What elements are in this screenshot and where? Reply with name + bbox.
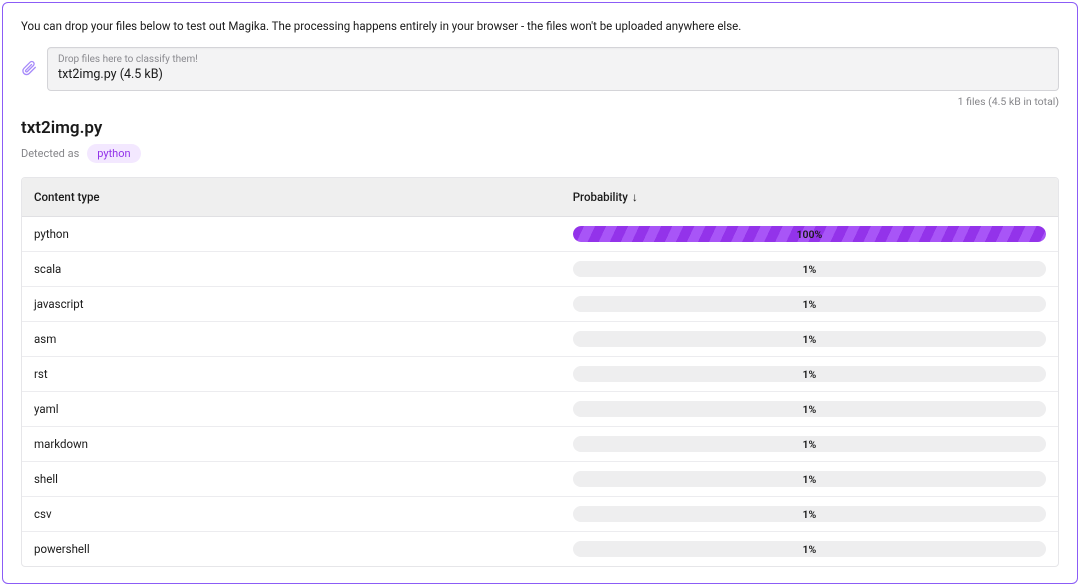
cell-content-type: rst xyxy=(22,357,561,391)
table-row: yaml 1% xyxy=(22,392,1058,427)
probability-bar: 1% xyxy=(573,541,1046,557)
cell-probability: 1% xyxy=(561,288,1058,320)
file-title: txt2img.py xyxy=(21,118,1059,138)
table-row: shell 1% xyxy=(22,462,1058,497)
probability-bar-label: 1% xyxy=(573,366,1046,382)
detected-row: Detected as python xyxy=(21,144,1059,163)
probability-bar-label: 100% xyxy=(573,226,1046,242)
probability-bar: 1% xyxy=(573,436,1046,452)
probability-bar-label: 1% xyxy=(573,471,1046,487)
table-row: scala 1% xyxy=(22,252,1058,287)
probability-bar-label: 1% xyxy=(573,436,1046,452)
cell-content-type: javascript xyxy=(22,287,561,321)
cell-content-type: csv xyxy=(22,497,561,531)
probability-bar: 1% xyxy=(573,331,1046,347)
probability-bar: 1% xyxy=(573,471,1046,487)
cell-content-type: scala xyxy=(22,252,561,286)
table-row: asm 1% xyxy=(22,322,1058,357)
file-dropzone[interactable]: Drop files here to classify them! txt2im… xyxy=(47,47,1059,91)
probability-bar-label: 1% xyxy=(573,331,1046,347)
table-row: python 100% xyxy=(22,217,1058,252)
cell-content-type: shell xyxy=(22,462,561,496)
probability-table: Content type Probability ↓ python 100% sca… xyxy=(21,177,1059,567)
files-summary: 1 files (4.5 kB in total) xyxy=(21,95,1059,108)
cell-content-type: yaml xyxy=(22,392,561,426)
cell-content-type: asm xyxy=(22,322,561,356)
cell-content-type: powershell xyxy=(22,532,561,566)
cell-probability: 1% xyxy=(561,498,1058,530)
cell-probability: 1% xyxy=(561,533,1058,565)
detected-label: Detected as xyxy=(21,147,79,160)
cell-probability: 1% xyxy=(561,463,1058,495)
probability-bar-label: 1% xyxy=(573,506,1046,522)
table-row: csv 1% xyxy=(22,497,1058,532)
app-frame: You can drop your files below to test ou… xyxy=(2,2,1078,584)
probability-bar: 1% xyxy=(573,366,1046,382)
table-row: javascript 1% xyxy=(22,287,1058,322)
probability-bar: 1% xyxy=(573,401,1046,417)
cell-probability: 1% xyxy=(561,253,1058,285)
cell-probability: 1% xyxy=(561,323,1058,355)
probability-bar: 100% xyxy=(573,226,1046,242)
dropzone-current-file: txt2img.py (4.5 kB) xyxy=(58,67,1048,82)
probability-bar-label: 1% xyxy=(573,541,1046,557)
table-row: markdown 1% xyxy=(22,427,1058,462)
probability-bar-label: 1% xyxy=(573,261,1046,277)
cell-probability: 1% xyxy=(561,428,1058,460)
cell-probability: 100% xyxy=(561,218,1058,250)
detected-type-badge: python xyxy=(87,144,140,163)
header-content-type[interactable]: Content type xyxy=(22,178,561,216)
probability-bar: 1% xyxy=(573,296,1046,312)
probability-bar-label: 1% xyxy=(573,296,1046,312)
table-header: Content type Probability ↓ xyxy=(22,178,1058,217)
intro-text: You can drop your files below to test ou… xyxy=(21,19,1059,33)
cell-probability: 1% xyxy=(561,358,1058,390)
dropzone-row: Drop files here to classify them! txt2im… xyxy=(21,47,1059,91)
table-row: powershell 1% xyxy=(22,532,1058,566)
cell-content-type: python xyxy=(22,217,561,251)
cell-content-type: markdown xyxy=(22,427,561,461)
dropzone-hint: Drop files here to classify them! xyxy=(58,54,1048,65)
probability-bar: 1% xyxy=(573,261,1046,277)
header-probability-label: Probability xyxy=(573,190,628,204)
sort-desc-icon: ↓ xyxy=(632,191,638,203)
probability-bar: 1% xyxy=(573,506,1046,522)
probability-bar-label: 1% xyxy=(573,401,1046,417)
paperclip-icon xyxy=(21,59,37,80)
header-probability[interactable]: Probability ↓ xyxy=(561,178,1058,216)
table-row: rst 1% xyxy=(22,357,1058,392)
cell-probability: 1% xyxy=(561,393,1058,425)
table-body: python100%scala1%javascript1%asm1%rst1%y… xyxy=(22,217,1058,566)
